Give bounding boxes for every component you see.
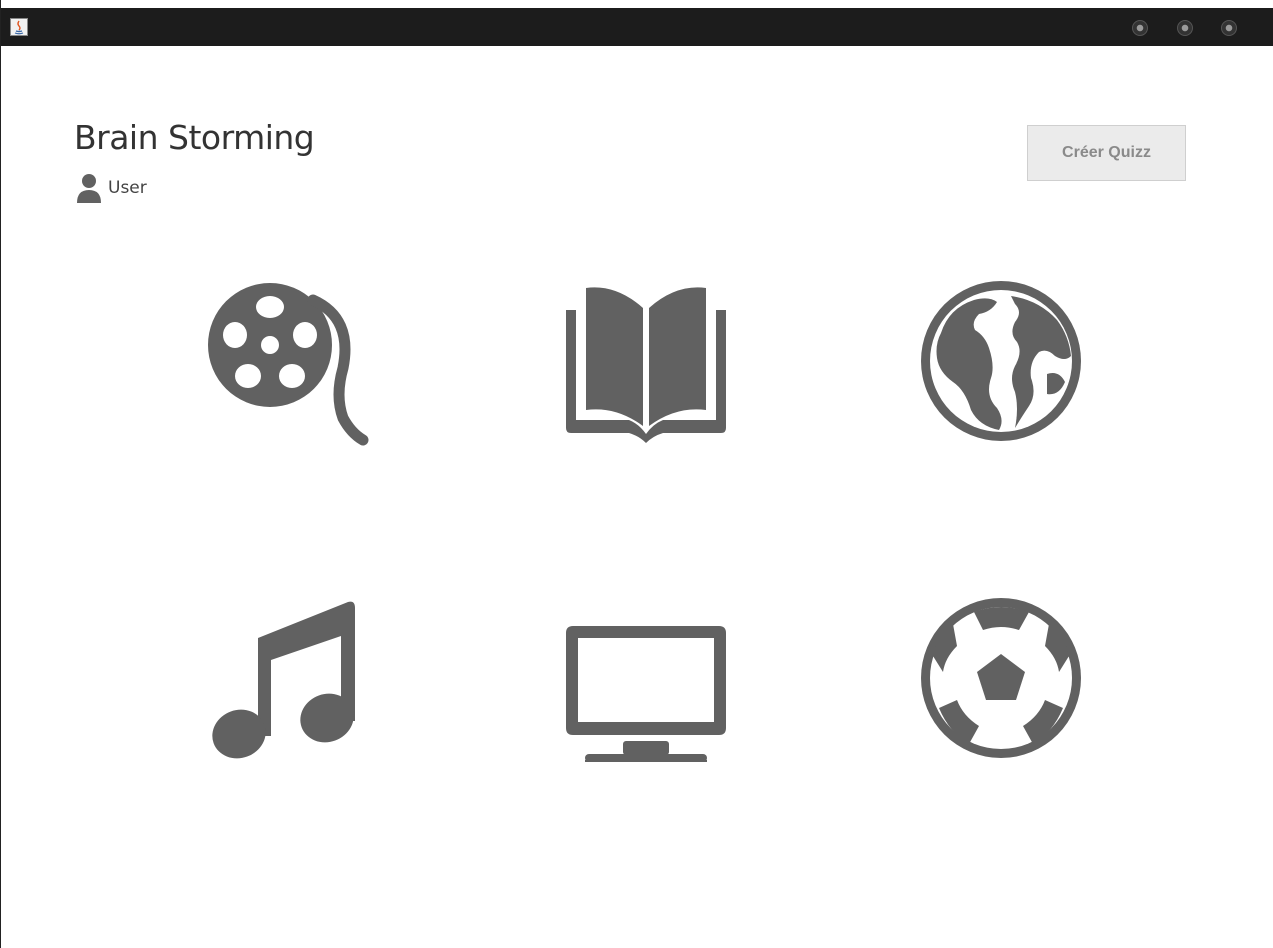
java-icon [10, 18, 28, 36]
category-movies[interactable] [203, 278, 373, 448]
title-bar[interactable] [1, 8, 1273, 46]
soccer-ball-icon [921, 598, 1081, 758]
monitor-icon [566, 626, 726, 762]
user-indicator: User [76, 172, 147, 204]
user-name: User [108, 178, 147, 198]
minimize-icon[interactable] [1132, 20, 1148, 36]
window-top-strip [1, 0, 1273, 8]
category-music[interactable] [203, 596, 373, 766]
open-book-icon [566, 287, 726, 443]
music-note-icon [212, 601, 355, 759]
globe-icon [921, 281, 1081, 441]
create-quiz-button[interactable]: Créer Quizz [1027, 125, 1186, 181]
category-books[interactable] [561, 278, 731, 448]
page-title: Brain Storming [74, 118, 315, 157]
category-sport[interactable] [919, 596, 1089, 766]
app-window: Brain Storming User Créer Quizz [0, 0, 1273, 948]
film-reel-icon [208, 283, 369, 446]
maximize-icon[interactable] [1177, 20, 1193, 36]
category-tv[interactable] [561, 596, 731, 766]
close-icon[interactable] [1221, 20, 1237, 36]
user-icon [77, 174, 101, 203]
category-geography[interactable] [919, 278, 1089, 448]
